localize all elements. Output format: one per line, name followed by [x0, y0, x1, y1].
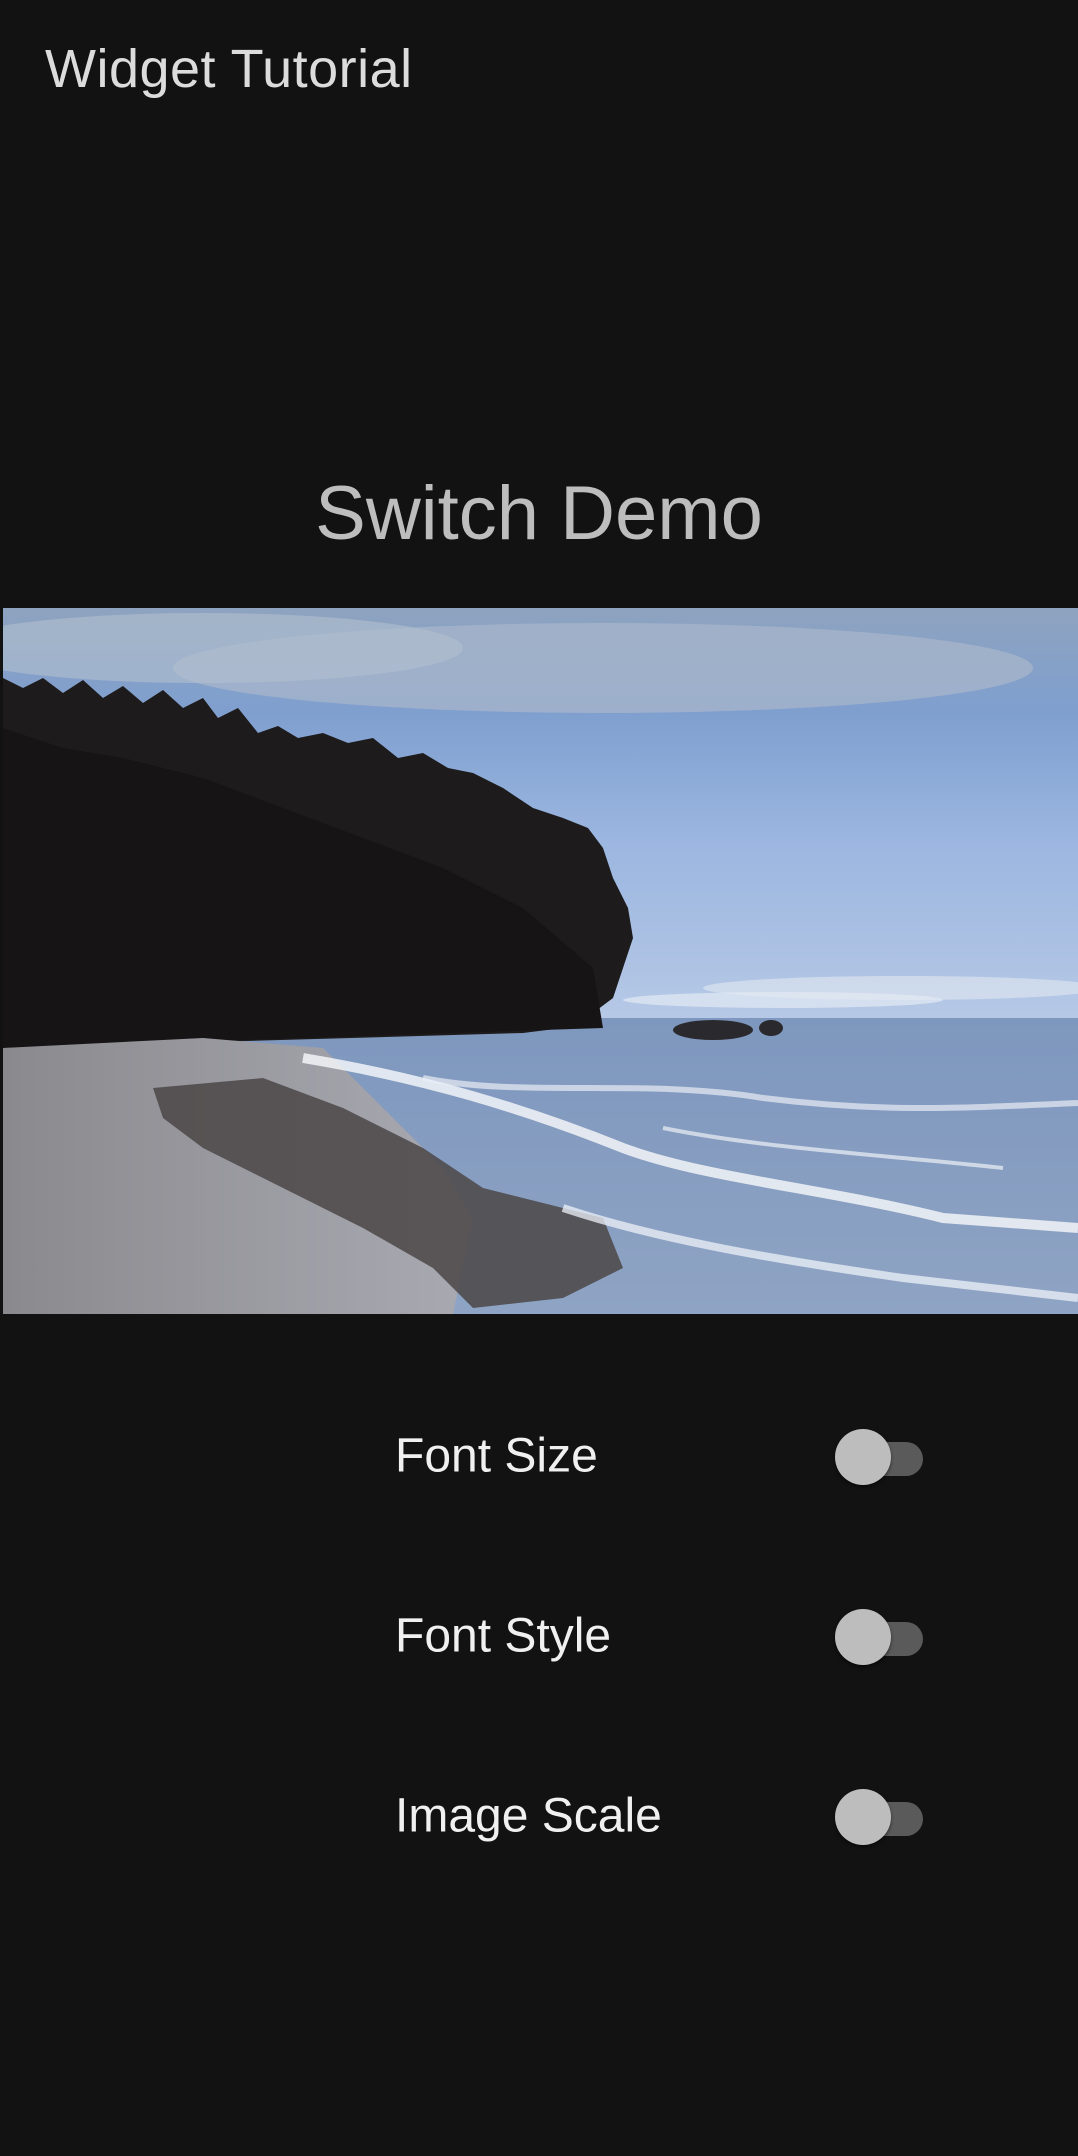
app-title: Widget Tutorial	[45, 39, 413, 99]
switch-thumb[interactable]	[835, 1429, 891, 1485]
image-scale-switch[interactable]	[835, 1786, 935, 1846]
switch-thumb[interactable]	[835, 1609, 891, 1665]
font-size-label: Font Size	[395, 1429, 598, 1483]
image-scale-label: Image Scale	[395, 1789, 662, 1843]
font-size-switch[interactable]	[835, 1426, 935, 1486]
page-title: Switch Demo	[315, 471, 763, 556]
font-size-setting: Font Size	[395, 1416, 935, 1496]
image-scale-setting: Image Scale	[395, 1776, 935, 1856]
beach-photo	[3, 608, 1078, 1314]
switch-thumb[interactable]	[835, 1789, 891, 1845]
font-style-switch[interactable]	[835, 1606, 935, 1666]
font-style-label: Font Style	[395, 1609, 612, 1663]
font-style-setting: Font Style	[395, 1596, 935, 1676]
